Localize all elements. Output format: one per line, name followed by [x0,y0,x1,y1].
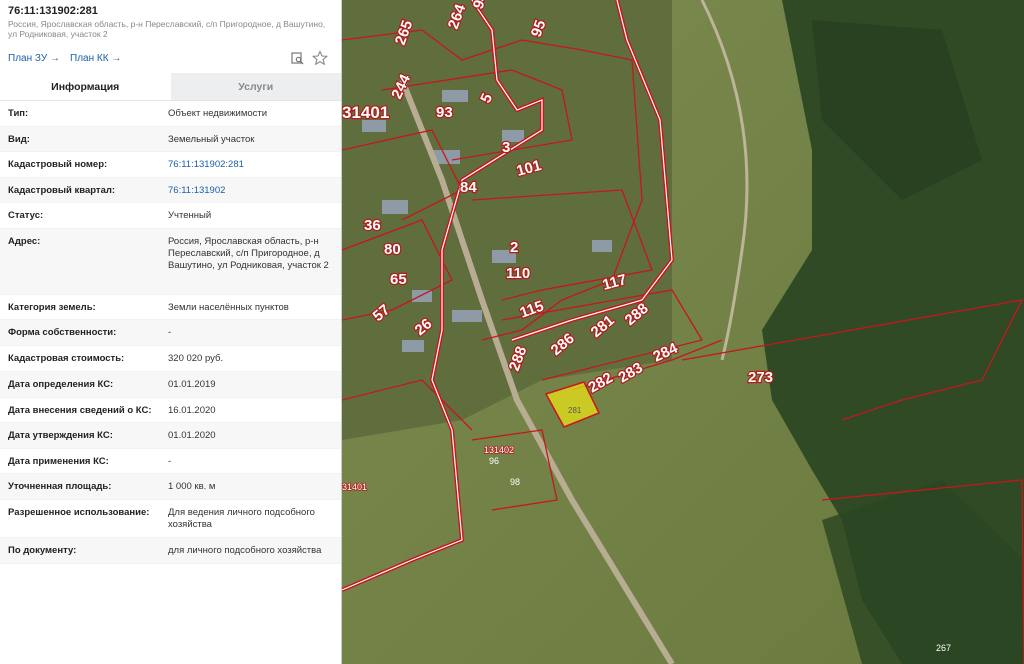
row-ks-entry-date: Дата внесения сведений о КС: 16.01.2020 [0,398,341,423]
row-label: Тип: [8,108,29,119]
row-area: Уточненная площадь: 1 000 кв. м [0,474,341,500]
row-by-document: По документу: для личного подсобного хозя… [0,538,341,564]
row-label: Категория земель: [8,302,96,313]
row-value: Для ведения личного подсобного хозяйства [168,507,315,530]
row-label: Разрешенное использование: [8,507,150,518]
row-label: По документу: [8,545,77,556]
row-label: Дата применения КС: [8,456,109,467]
row-ks-approval-date: Дата утверждения КС: 01.01.2020 [0,423,341,449]
cadastral-map[interactable]: 281 265 264 94 95 244 93 5 3 101 84 36 8… [342,0,1024,664]
parcel-label-110: 110 [506,265,530,282]
row-label: Дата внесения сведений о КС: [8,405,152,416]
row-label: Кадастровая стоимость: [8,353,125,364]
parcel-label-80: 80 [384,241,401,258]
copy-icon[interactable] [290,50,306,66]
row-land-category: Категория земель: Земли населённых пункто… [0,295,341,320]
row-type: Тип: Объект недвижимости [0,101,341,127]
tabs: Информация Услуги [0,73,341,101]
tab-info[interactable]: Информация [0,73,171,100]
row-label: Кадастровый квартал: [8,185,116,196]
parcel-label-98: 98 [510,477,520,487]
plan-kk-link[interactable]: План КК → [70,53,121,64]
row-value: 01.01.2020 [168,430,216,441]
row-cadastral-value: Кадастровая стоимость: 320 020 руб. [0,346,341,372]
cadastral-number-title[interactable]: 76:11:131902:281 [8,4,333,18]
row-value: Земли населённых пунктов [168,302,289,313]
row-address: Адрес: Россия, Ярославская область, р-н П… [0,229,341,295]
row-ks-application-date: Дата применения КС: - [0,449,341,474]
row-kind: Вид: Земельный участок [0,127,341,152]
plan-links: План ЗУ → План КК → [0,49,341,75]
row-value: - [168,456,172,467]
row-label: Кадастровый номер: [8,159,108,170]
row-value: 01.01.2019 [168,379,216,390]
row-cadastral-quarter: Кадастровый квартал: 76:11:131902 [0,178,341,203]
row-permitted-use: Разрешенное использование: Для ведения ли… [0,500,341,538]
row-label: Статус: [8,210,44,221]
parcel-label-2: 2 [510,239,518,256]
quarter-label-31401-top: 31401 [342,103,389,122]
parcel-label-96: 96 [489,456,499,466]
row-label: Дата утверждения КС: [8,430,113,441]
parcel-label-36: 36 [364,217,381,234]
row-ks-determination-date: Дата определения КС: 01.01.2019 [0,372,341,398]
parcel-label-273: 273 [748,369,773,386]
row-label: Дата определения КС: [8,379,114,390]
map-canvas[interactable]: 281 265 264 94 95 244 93 5 3 101 84 36 8… [342,0,1024,664]
info-panel: 76:11:131902:281 Россия, Ярославская обл… [0,0,342,664]
row-label: Форма собственности: [8,327,117,338]
plan-zu-link[interactable]: План ЗУ → [8,53,60,64]
quarter-label-31401-bottom: 31401 [342,482,367,492]
row-value: Земельный участок [168,134,255,145]
row-cadastral-number: Кадастровый номер: 76:11:131902:281 [0,152,341,178]
parcel-label-3: 3 [502,139,510,156]
parcel-label-93: 93 [436,104,453,121]
row-value: Россия, Ярославская область, р-н Пересла… [168,236,329,271]
cadastral-quarter-link[interactable]: 76:11:131902 [168,185,333,202]
star-icon[interactable] [311,50,329,66]
address-subtitle: Россия, Ярославская область, р-н Пересла… [8,19,326,39]
row-value: 16.01.2020 [168,405,216,416]
row-value: Объект недвижимости [168,108,268,119]
row-status: Статус: Учтенный [0,203,341,229]
parcel-label-267: 267 [936,643,951,653]
panel-header: 76:11:131902:281 Россия, Ярославская обл… [0,0,341,39]
cadastral-number-link[interactable]: 76:11:131902:281 [168,159,333,177]
parcel-label-84: 84 [460,179,477,196]
quarter-label-131402: 131402 [484,445,514,455]
row-label: Адрес: [8,236,41,247]
row-ownership: Форма собственности: - [0,320,341,346]
row-value: - [168,327,172,338]
parcel-label-65: 65 [390,271,407,288]
selected-parcel-label: 281 [568,406,582,415]
row-value: 1 000 кв. м [168,481,216,492]
row-label: Уточненная площадь: [8,481,112,492]
row-value: 320 020 руб. [168,353,224,364]
tab-services[interactable]: Услуги [170,73,341,100]
row-value: для личного подсобного хозяйства [168,545,322,556]
row-value: Учтенный [168,210,212,221]
row-label: Вид: [8,134,30,145]
properties-table: Тип: Объект недвижимости Вид: Земельный уч… [0,101,341,564]
